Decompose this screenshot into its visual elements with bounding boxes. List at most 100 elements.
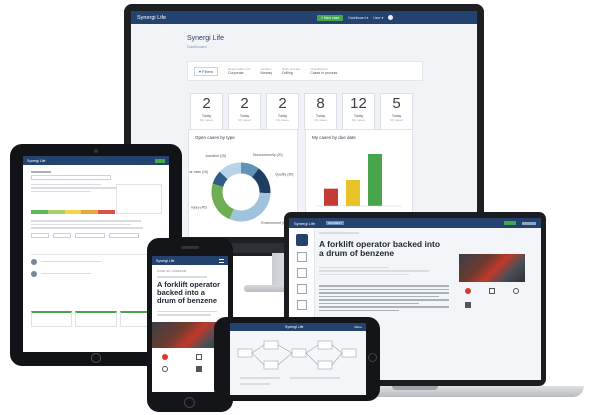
bar[interactable] <box>346 180 360 206</box>
tablet-select[interactable] <box>53 232 71 238</box>
donut-slice[interactable] <box>229 192 271 222</box>
kpi-tile[interactable]: 8 Today My cases <box>304 93 337 130</box>
donut-slice[interactable] <box>219 162 242 180</box>
tablet-new-button[interactable] <box>155 158 165 163</box>
donut-label: Nonconformity (20) <box>253 153 283 157</box>
kpi-tile[interactable]: 2 Today My cases <box>266 93 299 130</box>
laptop-user-menu[interactable] <box>522 221 536 225</box>
page-title: Synergi Life <box>187 35 224 42</box>
user-icon[interactable] <box>196 353 202 360</box>
nav-icon[interactable] <box>296 252 307 262</box>
laptop-article: A forklift operator backed into a drum o… <box>319 232 541 313</box>
filter-bar: ▾ Filters Responsible unit Corporate Loc… <box>187 61 423 81</box>
donut-slice[interactable] <box>212 171 228 188</box>
donut-slice[interactable] <box>251 168 271 194</box>
laptop-app-name: Synergi Life <box>294 220 316 226</box>
tablet-card[interactable] <box>75 310 117 327</box>
alert-icon[interactable] <box>465 288 471 294</box>
phone-app-name: Synergi Life <box>156 258 175 263</box>
alert-icon[interactable] <box>162 353 168 360</box>
phone-case-label: CASE NO. 2019/2345 <box>157 269 187 273</box>
page-subtitle: Dashboard <box>187 44 207 49</box>
kpi-sublabel: My cases <box>352 118 365 122</box>
kpi-number: 2 <box>202 95 211 112</box>
kpi-tile[interactable]: 2 Today My cases <box>190 93 223 130</box>
kpi-number: 2 <box>278 95 287 112</box>
kpi-tile[interactable]: 5 Today My cases <box>380 93 413 130</box>
phone-landscape-home-button[interactable] <box>368 353 377 362</box>
document-icon[interactable] <box>465 302 471 308</box>
kpi-number: 2 <box>240 95 249 112</box>
nav-icon[interactable] <box>296 300 307 310</box>
donut-label: Injury (45) <box>191 205 207 209</box>
filter-responsible-unit[interactable]: Responsible unit Corporate <box>228 67 250 75</box>
menu-icon[interactable] <box>219 258 224 263</box>
tablet-home-button[interactable] <box>91 353 101 363</box>
filter-value: Corporate <box>228 71 244 75</box>
filter-location[interactable]: Location Norway <box>260 67 272 75</box>
kpi-number: 5 <box>392 95 401 112</box>
tablet-risk-matrix <box>31 210 115 214</box>
dashboard-menu[interactable]: Dashboard ▾ <box>348 16 368 20</box>
location-icon[interactable] <box>162 365 168 372</box>
laptop-badge: INCIDENT <box>326 221 345 225</box>
laptop-notch <box>392 386 438 390</box>
phone-landscape-topbar: Synergi Life Menu <box>230 323 366 331</box>
tablet-camera <box>94 149 98 153</box>
desktop-screen: Synergi Life + New case Dashboard ▾ User… <box>131 11 477 237</box>
nav-icon[interactable] <box>296 268 307 278</box>
nav-icon[interactable] <box>296 284 307 294</box>
donut-slice[interactable] <box>211 183 235 220</box>
tablet-image-box <box>116 184 162 214</box>
tablet-card[interactable] <box>31 310 73 327</box>
phone-article-title: A forklift operator backed into a drum o… <box>157 279 221 306</box>
laptop-topbar: Synergi Life INCIDENT <box>289 218 541 228</box>
filters-button[interactable]: ▾ Filters <box>194 66 219 76</box>
laptop-actions <box>465 288 525 308</box>
donut-label: Accident (25) <box>205 154 226 158</box>
laptop-new-button[interactable] <box>504 221 516 225</box>
user-icon[interactable] <box>489 288 495 294</box>
nav-icon[interactable] <box>295 234 308 246</box>
kpi-tiles: 2 Today My cases 2 Today My cases 2 Today My c… <box>190 93 413 130</box>
open-cases-card: Open cases by type Nonconformity (20) Qua… <box>188 129 298 237</box>
kpi-sublabel: My cases <box>276 118 289 122</box>
filter-value: Drilling <box>282 71 293 75</box>
filter-classification[interactable]: Classification Cases in process <box>310 67 337 75</box>
desktop-topbar: Synergi Life + New case Dashboard ▾ User… <box>131 11 477 24</box>
filter-value: Norway <box>260 71 273 75</box>
donut-label: Quality (30) <box>275 173 293 177</box>
donut-label: Near miss (15) <box>189 170 208 174</box>
bar[interactable] <box>368 154 382 206</box>
kpi-number: 8 <box>316 95 325 112</box>
device-showcase: Synergi Life + New case Dashboard ▾ User… <box>0 0 613 415</box>
donut-slice[interactable] <box>240 162 259 178</box>
phone-landscape-menu-button[interactable]: Menu <box>354 325 362 329</box>
phone-landscape-app-name: Synergi Life <box>285 325 304 329</box>
phone-speaker <box>181 246 199 249</box>
avatar <box>31 270 37 277</box>
phone-home-button[interactable] <box>184 397 195 408</box>
tablet-select[interactable] <box>109 232 139 238</box>
kpi-tile[interactable]: 2 Today My cases <box>228 93 261 130</box>
kpi-number: 12 <box>350 95 367 112</box>
bar[interactable] <box>324 188 338 206</box>
new-case-button[interactable]: + New case <box>317 14 344 21</box>
location-icon[interactable] <box>513 288 519 294</box>
phone-article: CASE NO. 2019/2345 A forklift operator b… <box>152 265 228 322</box>
filter-value: Cases in process <box>310 71 338 75</box>
tablet-app-name: Synergi Life <box>27 158 46 163</box>
donut-chart: Nonconformity (20)Quality (30)Environmen… <box>189 153 293 225</box>
kpi-tile[interactable]: 12 Today My cases <box>342 93 375 130</box>
tablet-select[interactable] <box>31 232 49 238</box>
filter-work-process[interactable]: Work process Drilling <box>282 67 300 75</box>
document-icon[interactable] <box>196 365 202 372</box>
phone-landscape-screen: Synergi Life Menu <box>230 323 366 395</box>
tablet-select[interactable] <box>75 232 105 238</box>
kpi-sublabel: My cases <box>314 118 327 122</box>
kpi-sublabel: My cases <box>238 118 251 122</box>
bell-icon[interactable] <box>388 15 394 20</box>
phone-topbar: Synergi Life <box>152 256 228 265</box>
user-menu[interactable]: User ▾ <box>373 16 383 20</box>
tablet-input[interactable] <box>31 174 111 180</box>
